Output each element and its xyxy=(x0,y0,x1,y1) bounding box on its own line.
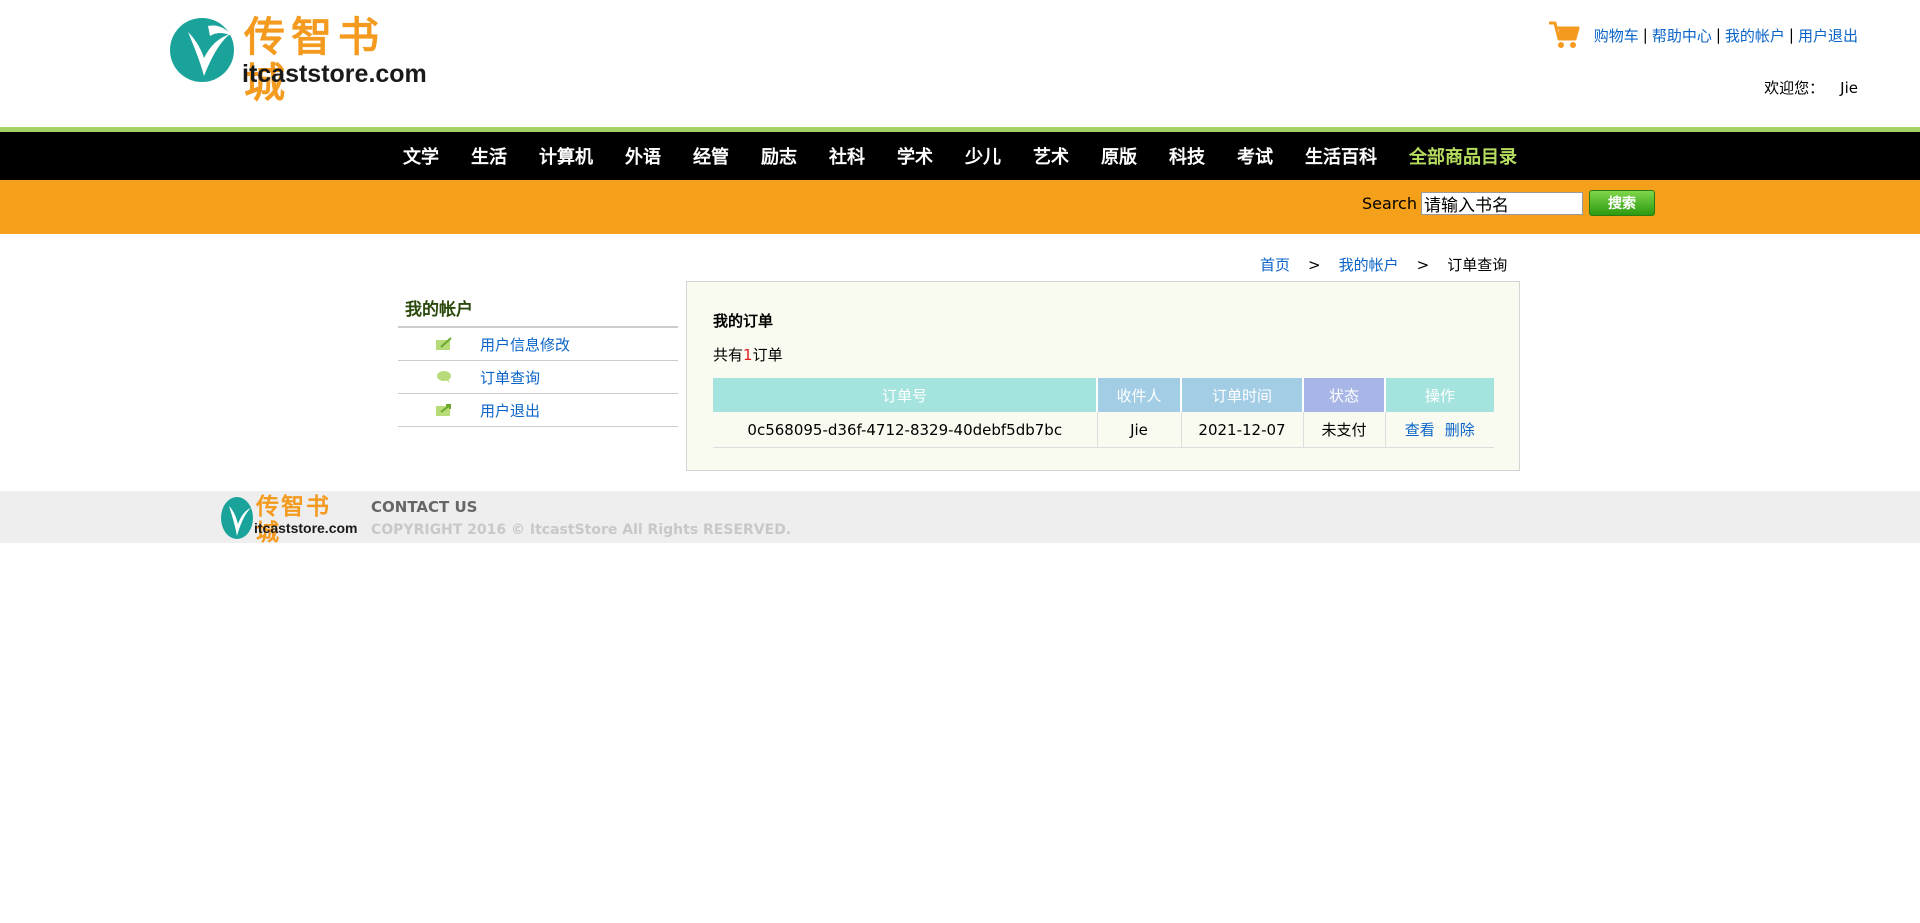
search-label: Search xyxy=(1362,193,1417,213)
column-header-recipient: 收件人 xyxy=(1097,378,1182,412)
orders-panel: 我的订单 共有1订单 订单号 收件人 订单时间 状态 操作 0c568095-d… xyxy=(686,281,1520,471)
site-logo[interactable]: 传智书城 itcaststore.com xyxy=(168,14,427,106)
search-form: Search 搜索 xyxy=(1362,190,1655,216)
breadcrumb-account[interactable]: 我的帐户 xyxy=(1339,256,1399,274)
contact-us-link[interactable]: CONTACT US xyxy=(371,498,477,516)
column-header-status: 状态 xyxy=(1303,378,1386,412)
logout-icon xyxy=(436,404,451,416)
order-id-cell: 0c568095-d36f-4712-8329-40debf5db7bc xyxy=(713,412,1098,448)
footer: 传智书城 itcaststore.com CONTACT US COPYRIGH… xyxy=(0,491,1920,546)
recipient-cell: Jie xyxy=(1097,412,1182,448)
logo-mark-icon xyxy=(170,18,234,82)
sidebar-item-logout[interactable]: 用户退出 xyxy=(398,394,678,427)
column-header-actions: 操作 xyxy=(1385,378,1494,412)
sidebar-item-orders[interactable]: 订单查询 xyxy=(398,361,678,394)
footer-logo-mark-icon xyxy=(221,497,253,539)
table-header-row: 订单号 收件人 订单时间 状态 操作 xyxy=(713,378,1494,412)
view-order-link[interactable]: 查看 xyxy=(1405,421,1435,439)
footer-logo-english-text: itcaststore.com xyxy=(254,520,358,536)
nav-item-computer[interactable]: 计算机 xyxy=(523,143,609,169)
link-separator: | xyxy=(1642,26,1648,44)
order-count-prefix: 共有 xyxy=(713,346,744,364)
top-links: 购物车 | 帮助中心 | 我的帐户 | 用户退出 xyxy=(1548,20,1858,50)
search-bar: Search 搜索 xyxy=(0,180,1920,234)
search-input[interactable] xyxy=(1420,191,1583,215)
logout-link[interactable]: 用户退出 xyxy=(1798,25,1858,46)
edit-profile-icon xyxy=(436,337,452,350)
category-nav: 文学 生活 计算机 外语 经管 励志 社科 学术 少儿 艺术 原版 科技 考试 … xyxy=(0,132,1920,180)
nav-item-social-science[interactable]: 社科 xyxy=(813,143,881,169)
column-header-order-time: 订单时间 xyxy=(1181,378,1304,412)
link-separator: | xyxy=(1715,26,1721,44)
orders-title: 我的订单 xyxy=(713,312,774,330)
chat-bubble-icon xyxy=(437,371,451,383)
sidebar-item-label[interactable]: 订单查询 xyxy=(480,367,540,388)
actions-cell: 查看 删除 xyxy=(1385,412,1494,448)
footer-logo: 传智书城 itcaststore.com xyxy=(220,494,357,546)
delete-order-link[interactable]: 删除 xyxy=(1445,421,1475,439)
order-count-number: 1 xyxy=(743,346,753,364)
cart-link[interactable]: 购物车 xyxy=(1594,25,1639,46)
order-date-cell: 2021-12-07 xyxy=(1181,412,1304,448)
breadcrumb-current: 订单查询 xyxy=(1447,256,1508,274)
welcome-label: 欢迎您： xyxy=(1764,79,1825,97)
help-center-link[interactable]: 帮助中心 xyxy=(1652,25,1712,46)
nav-item-foreign-language[interactable]: 外语 xyxy=(609,143,677,169)
nav-item-exam[interactable]: 考试 xyxy=(1221,143,1289,169)
nav-item-original[interactable]: 原版 xyxy=(1085,143,1153,169)
welcome-username: Jie xyxy=(1840,79,1858,97)
order-count-suffix: 订单 xyxy=(752,346,783,364)
nav-item-inspiration[interactable]: 励志 xyxy=(745,143,813,169)
breadcrumb-separator: > xyxy=(1308,256,1321,274)
nav-item-literature[interactable]: 文学 xyxy=(387,143,455,169)
nav-item-technology[interactable]: 科技 xyxy=(1153,143,1221,169)
breadcrumb: 首页 > 我的帐户 > 订单查询 xyxy=(1260,254,1507,275)
nav-item-life[interactable]: 生活 xyxy=(455,143,523,169)
orders-table: 订单号 收件人 订单时间 状态 操作 0c568095-d36f-4712-83… xyxy=(713,378,1494,448)
nav-item-encyclopedia[interactable]: 生活百科 xyxy=(1289,143,1393,169)
search-button[interactable]: 搜索 xyxy=(1588,190,1655,216)
status-cell: 未支付 xyxy=(1303,412,1386,448)
sidebar-item-label[interactable]: 用户信息修改 xyxy=(480,334,570,355)
link-separator: | xyxy=(1788,26,1794,44)
sidebar-title: 我的帐户 xyxy=(398,290,678,328)
welcome-message: 欢迎您： Jie xyxy=(1764,77,1858,98)
nav-item-children[interactable]: 少儿 xyxy=(949,143,1017,169)
nav-item-academic[interactable]: 学术 xyxy=(881,143,949,169)
table-row: 0c568095-d36f-4712-8329-40debf5db7bc Jie… xyxy=(713,412,1494,448)
nav-item-all-catalog[interactable]: 全部商品目录 xyxy=(1393,143,1533,169)
nav-item-art[interactable]: 艺术 xyxy=(1017,143,1085,169)
nav-item-business[interactable]: 经管 xyxy=(677,143,745,169)
shopping-cart-icon[interactable] xyxy=(1548,20,1580,50)
sidebar-item-edit-profile[interactable]: 用户信息修改 xyxy=(398,328,678,361)
breadcrumb-separator: > xyxy=(1416,256,1430,274)
order-count: 共有1订单 xyxy=(713,344,783,365)
copyright-text: COPYRIGHT 2016 © ItcastStore All Rights … xyxy=(371,522,792,538)
account-sidebar: 我的帐户 用户信息修改 订单查询 用户退出 xyxy=(398,290,678,427)
my-account-link[interactable]: 我的帐户 xyxy=(1725,25,1785,46)
sidebar-item-label[interactable]: 用户退出 xyxy=(480,400,540,421)
breadcrumb-home[interactable]: 首页 xyxy=(1260,256,1290,274)
logo-english-text: itcaststore.com xyxy=(242,60,427,88)
column-header-order-id: 订单号 xyxy=(713,378,1098,412)
